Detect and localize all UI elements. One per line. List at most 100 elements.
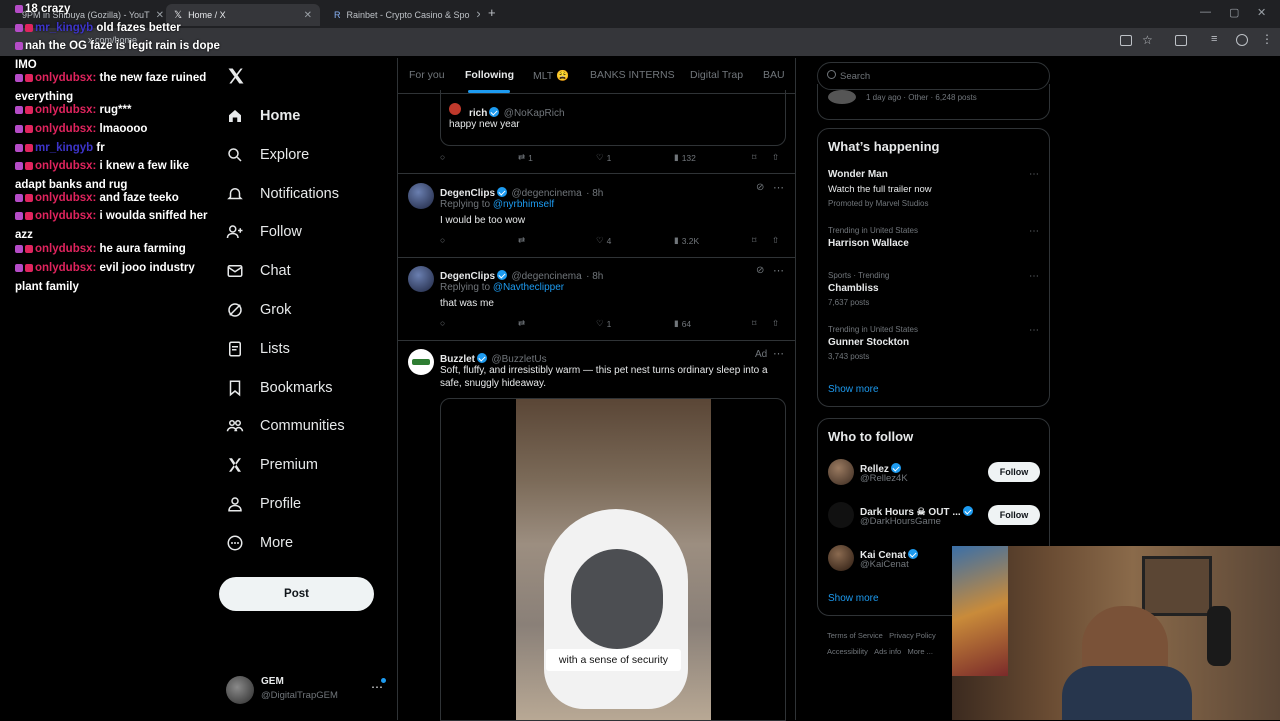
trend-item[interactable]: Wonder Man Watch the full trailer now Prom… (828, 169, 1040, 219)
follow-suggestion[interactable]: Rellez @Rellez4K Follow (828, 459, 1040, 489)
install-app-icon[interactable] (1120, 35, 1132, 46)
chat-message: onlydubsx: rug*** (0, 101, 222, 120)
nav-explore[interactable]: Explore (226, 140, 309, 170)
grok-icon[interactable]: ⊘ (756, 182, 764, 193)
nav-notifications[interactable]: Notifications (226, 179, 339, 209)
tab-digital-trap[interactable]: Digital Trap (690, 69, 743, 81)
bookmark-icon[interactable]: ⌑ (752, 152, 756, 163)
nav-communities[interactable]: Communities (226, 411, 345, 441)
quoted-post[interactable]: rich @NoKapRich happy new year (440, 90, 786, 146)
close-window-icon[interactable]: ✕ (1257, 6, 1266, 19)
reply-button[interactable]: ○ (440, 152, 448, 162)
browser-menu-icon[interactable]: ⋮ (1261, 32, 1273, 46)
replying-to-link[interactable]: @nyrbhimself (493, 199, 554, 210)
chat-text: old fazes better (96, 22, 181, 34)
repost-button[interactable]: ⇄ (518, 318, 528, 329)
trend-item[interactable]: Trending in United States Harrison Wallac… (828, 226, 1040, 276)
chat-text: he aura farming (99, 243, 186, 255)
footer-link[interactable]: Privacy Policy (889, 631, 936, 640)
account-switcher[interactable]: GEM @DigitalTrapGEM ⋯ (226, 674, 388, 706)
share-icon[interactable]: ⇧ (772, 318, 779, 329)
bookmark-star-icon[interactable]: ☆ (1142, 33, 1153, 47)
ad-video[interactable]: with a sense of security (440, 398, 786, 721)
more-options-icon[interactable]: ⋯ (1029, 226, 1040, 237)
show-more-link[interactable]: Show more (828, 384, 879, 395)
close-tab-icon[interactable]: ✕ (476, 10, 480, 21)
footer-link[interactable]: Ads info (874, 647, 901, 656)
tab-bau[interactable]: BAU (763, 69, 785, 81)
repost-button[interactable]: ⇄ (518, 235, 528, 246)
more-options-icon[interactable]: ⋯ (1029, 325, 1040, 336)
nav-label: Explore (260, 146, 310, 163)
side-panel-icon[interactable] (1175, 35, 1187, 46)
new-tab-icon[interactable]: + (488, 5, 496, 20)
grok-icon[interactable]: ⊘ (756, 265, 764, 276)
views-button[interactable]: ▮ 64 (674, 318, 691, 329)
profile-icon[interactable] (1236, 34, 1248, 46)
nav-label: Follow (260, 224, 302, 241)
bookmark-icon[interactable]: ⌑ (752, 235, 756, 246)
more-options-icon[interactable]: ⋯ (773, 264, 784, 277)
reply-button[interactable]: ○ (440, 318, 448, 328)
ad-post[interactable]: Buzzlet @BuzzletUs Ad ⋯ Soft, fluffy, an… (398, 341, 795, 721)
post-button[interactable]: Post (219, 577, 374, 611)
follow-suggestion[interactable]: Dark Hours ☠ OUT ... @DarkHoursGame Follow (828, 502, 1040, 532)
like-button[interactable]: ♡ 1 (596, 152, 611, 163)
whats-happening-card: What’s happening Wonder Man Watch the ful… (817, 128, 1050, 407)
share-icon[interactable]: ⇧ (772, 235, 779, 246)
tab-for-you[interactable]: For you (409, 69, 445, 81)
like-button[interactable]: ♡ 1 (596, 318, 611, 329)
browser-tab-rainbet[interactable]: R Rainbet - Crypto Casino & Spo ✕ (326, 4, 480, 26)
footer-link[interactable]: Terms of Service (827, 631, 883, 640)
trend-subtitle: 7,637 posts (828, 298, 870, 307)
more-options-icon[interactable]: ⋯ (1029, 169, 1040, 180)
maximize-icon[interactable]: ▢ (1229, 6, 1239, 19)
minimize-icon[interactable]: — (1200, 6, 1211, 18)
nav-chat[interactable]: Chat (226, 256, 291, 286)
nav-more[interactable]: More (226, 528, 293, 558)
nav-label: Lists (260, 340, 290, 357)
trend-meta: 1 day ago · Other · 6,248 posts (866, 93, 977, 102)
timeline-post[interactable]: rich @NoKapRich happy new year ○ ⇄ 1 ♡ 1 ▮… (398, 90, 795, 174)
replying-to-link[interactable]: @Navtheclipper (493, 282, 564, 293)
nav-follow[interactable]: Follow (226, 217, 302, 247)
repost-count: 1 (528, 152, 533, 163)
notifications-icon (226, 185, 244, 203)
views-button[interactable]: ▮ 132 (674, 152, 696, 163)
timeline-post[interactable]: DegenClips @degencinema · 8h ⊘ ⋯ Replying t… (398, 258, 795, 341)
follow-button[interactable]: Follow (988, 505, 1040, 525)
top-trend-card[interactable]: 1 day ago · Other · 6,248 posts (817, 84, 1050, 120)
nav-lists[interactable]: Lists (226, 334, 290, 364)
more-options-icon[interactable]: ⋯ (773, 347, 784, 360)
chat-username: onlydubsx: (35, 123, 100, 135)
follow-button[interactable]: Follow (988, 462, 1040, 482)
media-controls-icon[interactable]: ≡ (1211, 33, 1217, 45)
search-placeholder: Search (840, 71, 871, 82)
reply-button[interactable]: ○ (440, 235, 448, 245)
trend-item[interactable]: Trending in United States Gunner Stockton… (828, 325, 1040, 375)
repost-button[interactable]: ⇄ 1 (518, 152, 533, 163)
footer-link[interactable]: Accessibility (827, 647, 868, 656)
rainbet-icon: R (334, 10, 341, 20)
share-icon[interactable]: ⇧ (772, 152, 779, 163)
x-logo-icon[interactable] (226, 66, 246, 86)
nav-profile[interactable]: Profile (226, 489, 301, 519)
tab-following[interactable]: Following (465, 69, 514, 81)
bookmark-icon[interactable]: ⌑ (752, 318, 756, 329)
nav-grok[interactable]: Grok (226, 295, 291, 325)
like-button[interactable]: ♡ 4 (596, 235, 611, 246)
footer-link[interactable]: More ... (907, 647, 932, 656)
nav-premium[interactable]: Premium (226, 450, 318, 480)
close-tab-icon[interactable]: ✕ (304, 10, 312, 21)
tab-banks-interns[interactable]: BANKS INTERNS (590, 69, 675, 81)
more-options-icon[interactable]: ⋯ (1029, 271, 1040, 282)
repost-icon: ⇄ (518, 318, 526, 328)
tab-mlt[interactable]: MLT 😩 (533, 69, 569, 82)
views-button[interactable]: ▮ 3.2K (674, 235, 699, 246)
nav-bookmarks[interactable]: Bookmarks (226, 373, 333, 403)
more-options-icon[interactable]: ⋯ (773, 181, 784, 194)
nav-home[interactable]: Home (226, 101, 300, 131)
show-more-link[interactable]: Show more (828, 593, 879, 604)
timeline-post[interactable]: DegenClips @degencinema · 8h ⊘ ⋯ Replying t… (398, 175, 795, 258)
trend-item[interactable]: Sports · Trending Chambliss 7,637 posts ⋯ (828, 271, 1040, 321)
